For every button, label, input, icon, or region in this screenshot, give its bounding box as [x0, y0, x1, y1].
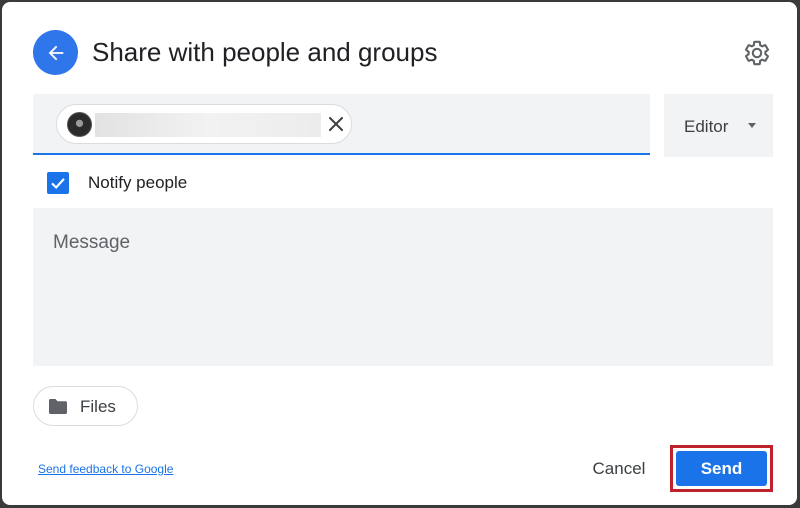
arrow-back-icon — [48, 45, 63, 60]
send-feedback-link[interactable]: Send feedback to Google — [38, 462, 173, 476]
files-button[interactable]: Files — [33, 386, 138, 426]
recipient-chip[interactable] — [56, 104, 352, 144]
remove-recipient-button[interactable] — [325, 113, 347, 135]
notify-people-label: Notify people — [88, 173, 188, 192]
checkmark-icon — [51, 178, 65, 190]
files-label: Files — [80, 397, 116, 416]
caret-down-icon — [748, 123, 756, 128]
back-button[interactable] — [33, 30, 78, 75]
close-icon — [329, 117, 343, 131]
send-button[interactable]: Send — [676, 451, 767, 486]
folder-icon — [49, 399, 67, 414]
recipients-field[interactable] — [33, 94, 650, 155]
avatar — [67, 112, 92, 137]
cancel-button[interactable]: Cancel — [578, 449, 660, 489]
share-dialog: Share with people and groups Editor Noti… — [2, 2, 797, 505]
message-field[interactable] — [33, 208, 773, 366]
role-dropdown[interactable]: Editor — [664, 94, 773, 157]
send-highlight-outline: Send — [670, 445, 773, 492]
recipient-name — [95, 113, 321, 137]
dialog-title: Share with people and groups — [92, 37, 438, 67]
notify-people-checkbox[interactable] — [47, 172, 69, 194]
gear-icon — [745, 40, 769, 66]
settings-button[interactable] — [740, 36, 774, 70]
role-selected-value: Editor — [684, 117, 729, 136]
